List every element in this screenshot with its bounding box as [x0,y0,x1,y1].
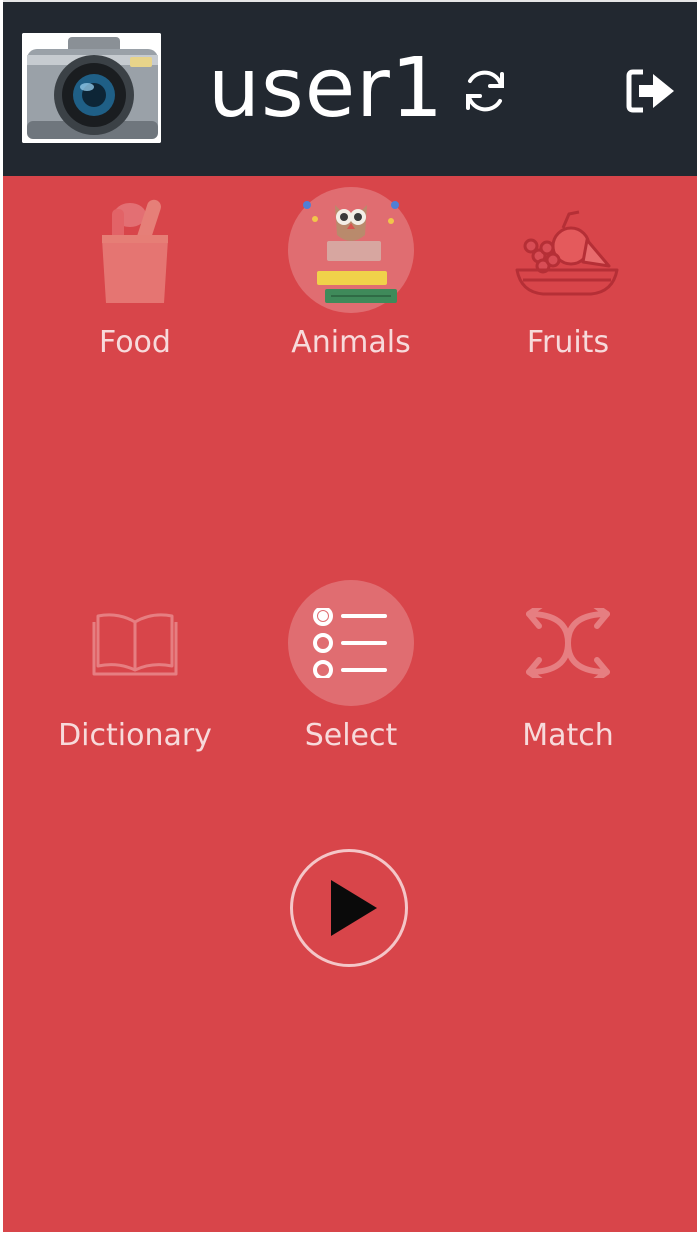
grocery-bag-icon [72,187,198,313]
logout-icon[interactable] [625,68,677,114]
radio-list-icon [288,580,414,706]
owl-books-icon [288,187,414,313]
mode-dictionary[interactable]: Dictionary [30,580,240,780]
mode-match[interactable]: Match [463,580,673,780]
mode-select[interactable]: Select [246,580,456,780]
refresh-icon[interactable] [459,65,511,117]
open-book-icon [72,580,198,706]
mode-label: Select [304,718,398,753]
category-fruits[interactable]: Fruits [463,187,673,387]
app-screen: user1 Food Animals Fruits Dictionary Sel… [3,0,697,1232]
fruit-bowl-icon [505,187,631,313]
shuffle-icon [505,580,631,706]
category-animals[interactable]: Animals [246,187,456,387]
category-label: Food [99,325,171,360]
play-icon [331,880,377,936]
mode-label: Match [522,718,614,753]
camera-icon[interactable] [22,33,161,143]
mode-label: Dictionary [58,718,212,753]
category-food[interactable]: Food [30,187,240,387]
play-button[interactable] [290,849,408,967]
username: user1 [208,41,445,136]
header-bar: user1 [3,0,697,176]
category-label: Fruits [526,325,610,360]
category-label: Animals [291,325,411,360]
